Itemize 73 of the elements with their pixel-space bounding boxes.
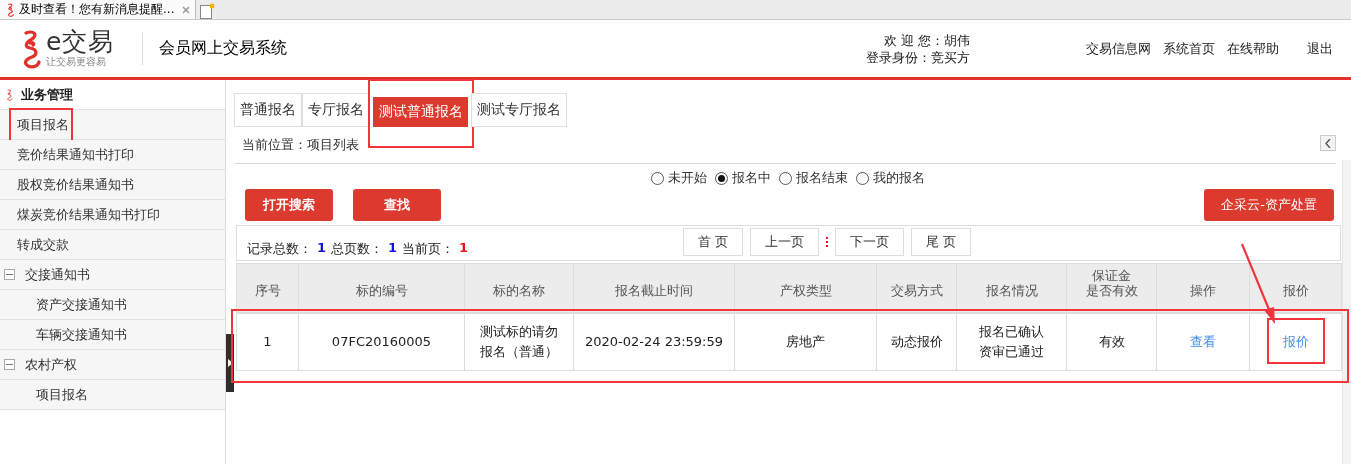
pager-button[interactable]: 首 页 xyxy=(683,228,744,256)
summary-label: 记录总数： xyxy=(247,240,312,258)
browser-tab[interactable]: 及时查看！您有新消息提醒... xyxy=(0,0,196,19)
pager-button[interactable]: 上一页 xyxy=(750,228,820,256)
radio-option[interactable]: 我的报名 xyxy=(856,169,925,187)
new-tab-icon[interactable] xyxy=(199,3,215,19)
collapse-icon[interactable] xyxy=(4,359,15,370)
column-header: 报名情况 xyxy=(984,283,1039,298)
header-link[interactable]: 在线帮助 xyxy=(1227,39,1279,58)
header-link[interactable]: 交易信息网 xyxy=(1086,39,1151,58)
user-name: 胡伟 xyxy=(944,31,970,49)
sidebar-item[interactable]: 转成交款 xyxy=(17,236,69,252)
sidebar-item[interactable]: 项目报名 xyxy=(36,386,88,402)
table-cell-text: 2020-02-24 23:59:59 xyxy=(584,333,724,351)
chevron-left-icon xyxy=(1325,138,1331,148)
header-link[interactable]: 系统首页 xyxy=(1163,39,1215,58)
tab[interactable]: 专厅报名 xyxy=(302,93,370,127)
radio-option[interactable]: 报名结束 xyxy=(779,169,848,187)
column-header: 标的名称 xyxy=(492,283,546,298)
logo-text: e交易 xyxy=(46,28,115,55)
table-cell-text: 动态报价 xyxy=(890,333,943,351)
scrollbar[interactable] xyxy=(1342,160,1351,464)
collapse-handle[interactable] xyxy=(226,334,234,392)
column-header: 交易方式 xyxy=(889,283,944,298)
sidebar-title: 业务管理 xyxy=(21,85,73,104)
summary-value: 1 xyxy=(317,240,327,257)
breadcrumb-label: 当前位置： xyxy=(242,136,307,154)
pager-button[interactable]: 尾 页 xyxy=(911,228,972,256)
column-header: 操作 xyxy=(1189,283,1217,298)
table-cell-text: 1 xyxy=(263,333,272,351)
user-role: 竞买方 xyxy=(931,48,970,66)
pager-button[interactable]: 下一页 xyxy=(835,228,905,256)
header-link[interactable]: 退出 xyxy=(1307,39,1333,58)
tab[interactable]: 普通报名 xyxy=(234,93,302,127)
table-link[interactable]: 报价 xyxy=(1282,334,1309,349)
action-button[interactable]: 企采云-资产处置 xyxy=(1204,189,1334,221)
summary-label: 当前页： xyxy=(402,240,455,258)
sidebar-item[interactable]: 交接通知书 xyxy=(25,266,90,282)
sidebar-item[interactable]: 项目报名 xyxy=(17,116,69,132)
action-button[interactable]: 查找 xyxy=(353,189,441,221)
column-header: 序号 xyxy=(253,283,282,298)
tab-title: 及时查看！您有新消息提醒... xyxy=(19,1,175,18)
sidebar-item[interactable]: 农村产权 xyxy=(25,356,77,372)
column-header: 产权类型 xyxy=(778,283,833,298)
table-cell-text: 有效 xyxy=(1098,333,1125,351)
column-header: 报价 xyxy=(1281,283,1310,298)
section-icon xyxy=(6,88,13,101)
summary-value: 1 xyxy=(388,240,398,257)
breadcrumb-value: 项目列表 xyxy=(307,136,359,154)
collapse-button[interactable] xyxy=(1320,135,1336,151)
column-header: 报名截止时间 xyxy=(614,283,694,298)
system-title: 会员网上交易系统 xyxy=(159,38,287,59)
close-icon[interactable] xyxy=(182,5,191,14)
tab[interactable]: 测试专厅报名 xyxy=(471,93,567,127)
page-icon xyxy=(6,2,15,17)
summary-label: 总页数： xyxy=(331,240,384,258)
table-cell-text: 报名已确认资审已通过 xyxy=(979,323,1044,361)
table-cell-text: 07FC20160005 xyxy=(331,333,432,351)
welcome-label: 欢 迎 您： xyxy=(883,31,944,49)
summary-value: 1 xyxy=(459,240,469,257)
table-cell-text: 测试标的请勿报名（普通） xyxy=(480,323,558,361)
table-cell-text: 房地产 xyxy=(786,333,825,351)
tab[interactable]: 测试普通报名 xyxy=(373,97,468,127)
collapse-icon[interactable] xyxy=(4,269,15,280)
radio-option[interactable]: 未开始 xyxy=(651,169,707,187)
role-label: 登录身份： xyxy=(866,48,931,66)
table-link[interactable]: 查看 xyxy=(1190,334,1216,349)
action-button[interactable]: 打开搜索 xyxy=(245,189,333,221)
column-header: 标的编号 xyxy=(354,283,409,298)
logo-slogan: 让交易更容易 xyxy=(46,54,107,69)
column-header: 是否有效 xyxy=(1084,283,1139,298)
column-header: 保证金 xyxy=(1091,268,1132,283)
radio-option[interactable]: 报名中 xyxy=(715,169,771,187)
